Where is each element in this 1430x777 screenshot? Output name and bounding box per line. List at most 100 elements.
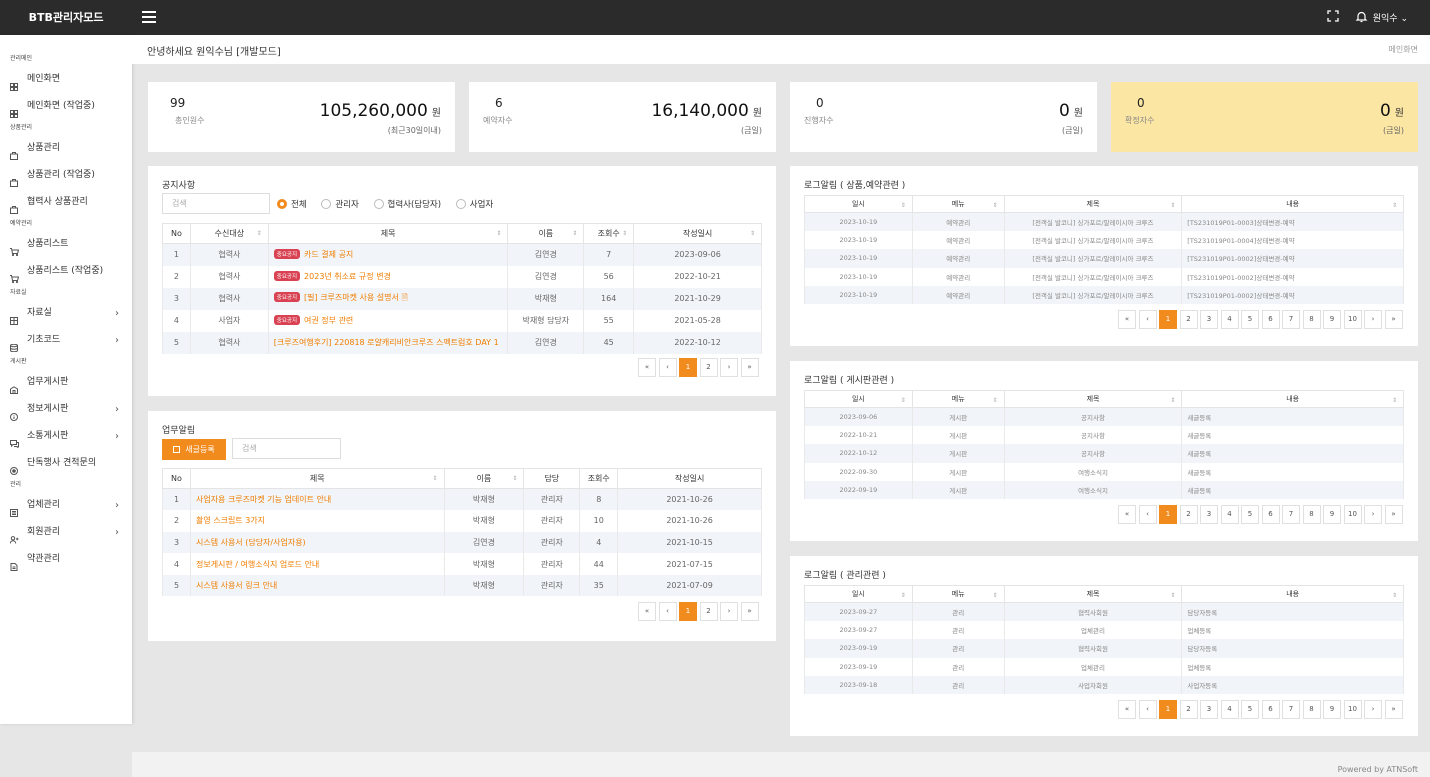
table-row[interactable]: 5 협력사 [크루즈여행후기] 220818 로얄캐리비안크루즈 스펙트럼호 DAY…	[162, 331, 762, 354]
page-button[interactable]: 4	[1220, 700, 1239, 719]
table-row[interactable]: 2023-09-27 관리 협력사회원 담당자등록	[804, 602, 1404, 621]
table-row[interactable]: 2023-10-19 예약관리 [전객실 발코니] 싱가포르/말레이시아 크루즈 [T…	[804, 212, 1404, 231]
page-button[interactable]: 5	[1241, 505, 1259, 524]
page-button[interactable]: ‹	[1138, 310, 1157, 329]
page-button[interactable]: 8	[1302, 700, 1321, 719]
sidebar-item[interactable]: 메인화면	[0, 66, 132, 93]
table-row[interactable]: 2022-10-12 게시판 공지사항 새글등록	[804, 444, 1404, 463]
page-button[interactable]: 3	[1200, 505, 1218, 524]
table-row[interactable]: 2023-09-06 게시판 공지사항 새글등록	[804, 407, 1404, 426]
page-button[interactable]: «	[1118, 505, 1136, 524]
page-button[interactable]: 7	[1282, 700, 1300, 719]
column-header[interactable]: 일시 ⇕	[804, 195, 913, 213]
table-row[interactable]: 3 시스템 사용서 (담당자/사업자용) 김연경 관리자 4 2021-10-15	[162, 531, 762, 554]
page-button[interactable]: «	[1118, 700, 1136, 719]
filter-admin[interactable]: 관리자	[321, 198, 359, 210]
sidebar-item[interactable]: 상품리스트	[0, 231, 132, 258]
page-button[interactable]: 10	[1343, 505, 1362, 524]
table-row[interactable]: 2023-10-19 예약관리 [전객실 발코니] 싱가포르/말레이시아 크루즈 [T…	[804, 267, 1404, 287]
sidebar-item[interactable]: 소통게시판 ›	[0, 423, 132, 450]
sidebar-item[interactable]: 약관관리	[0, 546, 132, 573]
page-button[interactable]: 8	[1302, 310, 1321, 329]
column-header[interactable]: 메뉴 ⇕	[911, 195, 1005, 213]
fullscreen-icon[interactable]	[1327, 10, 1341, 24]
page-button[interactable]: ›	[1364, 505, 1382, 524]
table-row[interactable]: 1 협력사 중요공지 카드 결제 공지 김연경 7 2023-09-06	[162, 243, 762, 266]
table-row[interactable]: 3 협력사 중요공지 [필] 크루즈마켓 사용 설명서 🗎 박재형 164 2021-10-…	[162, 287, 762, 310]
page-button[interactable]: ›	[720, 358, 738, 377]
column-header[interactable]: 메뉴 ⇕	[911, 390, 1005, 408]
sidebar-item[interactable]: 협력사 상품관리	[0, 189, 132, 216]
notice-link[interactable]: 여권 정부 관련	[304, 316, 353, 325]
filter-business[interactable]: 사업자	[455, 198, 493, 210]
table-row[interactable]: 2023-09-27 관리 업체관리 업체등록	[804, 620, 1404, 640]
bell-icon[interactable]	[1355, 10, 1369, 24]
filter-all[interactable]: 전체	[277, 198, 307, 210]
column-header[interactable]: 제목 ⇕	[1003, 195, 1183, 213]
sidebar-item[interactable]: 정보게시판 ›	[0, 396, 132, 423]
page-button[interactable]: 7	[1282, 505, 1300, 524]
sidebar-item[interactable]: 상품관리	[0, 135, 132, 162]
page-button[interactable]: 3	[1200, 310, 1218, 329]
page-button[interactable]: 1	[1159, 310, 1177, 329]
table-row[interactable]: 4 정보게시판 / 여행소식지 업로드 안내 박재형 관리자 44 2021-07-15	[162, 553, 762, 575]
user-menu[interactable]: 원익수 ⌄	[1373, 11, 1408, 24]
column-header[interactable]: No	[162, 468, 191, 489]
table-row[interactable]: 2022-09-30 게시판 여행소식지 새글등록	[804, 462, 1404, 482]
table-row[interactable]: 2023-09-19 관리 업체관리 업체등록	[804, 657, 1404, 677]
page-button[interactable]: »	[1384, 310, 1403, 329]
column-header[interactable]: 제목 ⇕	[267, 223, 509, 244]
notice-link[interactable]: [크루즈여행후기] 220818 로얄캐리비안크루즈 스펙트럼호 DAY 1	[274, 338, 499, 347]
page-button[interactable]: «	[638, 602, 656, 621]
column-header[interactable]: 이름 ⇕	[443, 468, 525, 489]
page-button[interactable]: ›	[1364, 700, 1382, 719]
page-button[interactable]: »	[740, 602, 759, 621]
column-header[interactable]: 내용 ⇕	[1181, 390, 1404, 408]
work-link[interactable]: 시스템 사용서 (담당자/사업자용)	[196, 538, 306, 547]
hamburger-menu-icon[interactable]	[142, 11, 156, 23]
page-button[interactable]: ›	[1364, 310, 1382, 329]
work-link[interactable]: 시스템 사용서 링크 안내	[196, 581, 277, 590]
sidebar-item[interactable]: 상품관리 (작업중)	[0, 162, 132, 189]
column-header[interactable]: 조회수 ⇕	[583, 223, 635, 244]
page-button[interactable]: »	[1384, 700, 1403, 719]
page-button[interactable]: 5	[1241, 700, 1259, 719]
page-button[interactable]: 2	[699, 358, 718, 377]
column-header[interactable]: 제목 ⇕	[189, 468, 445, 489]
column-header[interactable]: 메뉴 ⇕	[911, 585, 1005, 603]
page-button[interactable]: 6	[1261, 700, 1280, 719]
table-row[interactable]: 2 협력사 중요공지 2023년 취소료 규정 변경 김연경 56 2022-10-21	[162, 265, 762, 288]
page-button[interactable]: 6	[1261, 505, 1280, 524]
new-post-button[interactable]: 새글등록	[162, 439, 226, 460]
page-button[interactable]: 1	[1159, 700, 1177, 719]
sidebar-item[interactable]: 기초코드 ›	[0, 327, 132, 354]
table-row[interactable]: 5 시스템 사용서 링크 안내 박재형 관리자 35 2021-07-09	[162, 574, 762, 597]
sidebar-item[interactable]: 회원관리 ›	[0, 519, 132, 546]
column-header[interactable]: 이름 ⇕	[507, 223, 585, 244]
notice-link[interactable]: 2023년 취소료 규정 변경	[304, 272, 391, 281]
page-button[interactable]: 2	[699, 602, 718, 621]
page-button[interactable]: 1	[679, 358, 697, 377]
sidebar-item[interactable]: 메인화면 (작업중)	[0, 93, 132, 120]
table-row[interactable]: 2023-09-19 관리 협력사회원 담당자등록	[804, 639, 1404, 658]
page-button[interactable]: ›	[720, 602, 738, 621]
page-button[interactable]: «	[1118, 310, 1136, 329]
table-row[interactable]: 2023-10-19 예약관리 [전객실 발코니] 싱가포르/말레이시아 크루즈 [T…	[804, 249, 1404, 268]
work-search-input[interactable]: 검색	[232, 438, 341, 459]
work-link[interactable]: 정보게시판 / 여행소식지 업로드 안내	[196, 560, 319, 569]
sidebar-item[interactable]: 단독행사 견적문의	[0, 450, 132, 477]
column-header[interactable]: 수신대상 ⇕	[189, 223, 269, 244]
page-button[interactable]: ‹	[1138, 505, 1157, 524]
sidebar-item[interactable]: 상품리스트 (작업중)	[0, 258, 132, 285]
page-button[interactable]: 7	[1282, 310, 1300, 329]
table-row[interactable]: 4 사업자 중요공지 여권 정부 관련 박재형 담당자 55 2021-05-28	[162, 309, 762, 332]
filter-partner[interactable]: 협력사(담당자)	[373, 198, 441, 210]
column-header[interactable]: 제목 ⇕	[1003, 585, 1183, 603]
page-button[interactable]: 1	[679, 602, 697, 621]
page-button[interactable]: 2	[1179, 310, 1198, 329]
table-row[interactable]: 2022-09-19 게시판 여행소식지 새글등록	[804, 481, 1404, 500]
breadcrumb[interactable]: 메인화면	[1389, 44, 1418, 55]
page-button[interactable]: 2	[1179, 700, 1198, 719]
table-row[interactable]: 2 촬영 스크립트 3가지 박재형 관리자 10 2021-10-26	[162, 510, 762, 532]
column-header[interactable]: 내용 ⇕	[1181, 585, 1404, 603]
